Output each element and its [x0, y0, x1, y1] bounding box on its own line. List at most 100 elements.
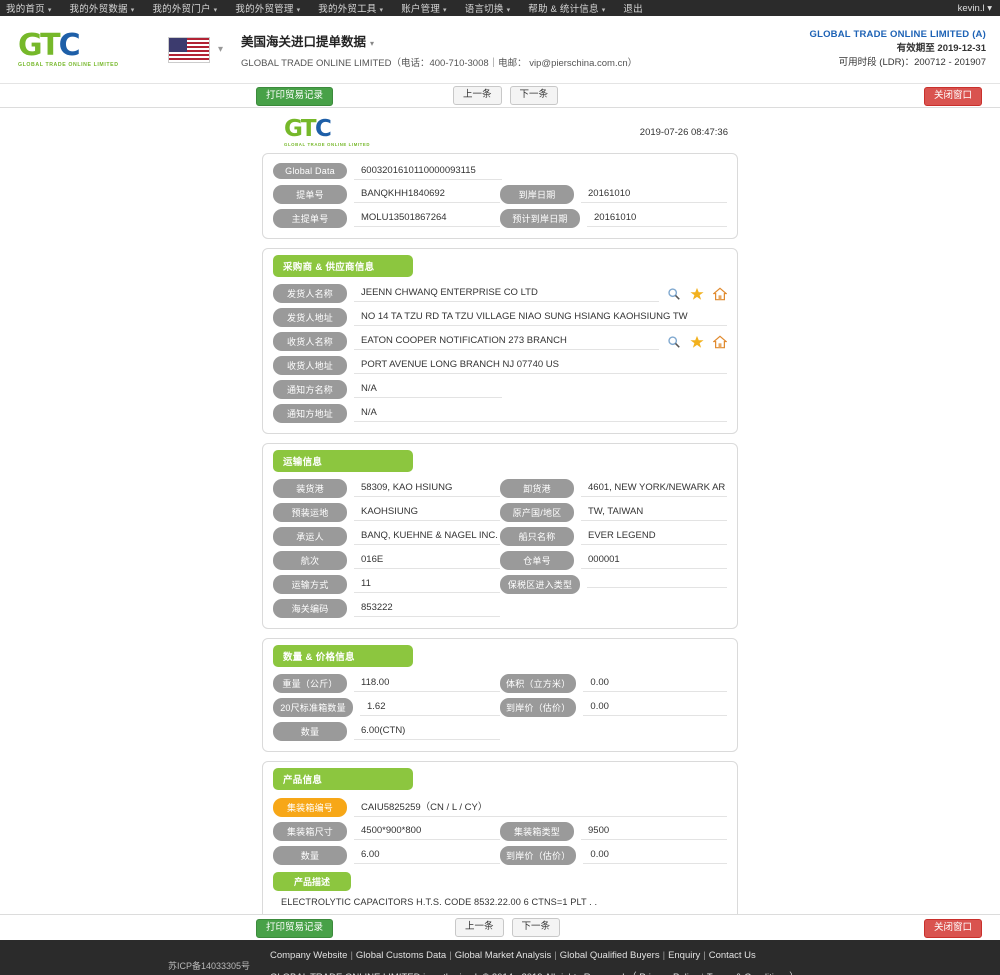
- chevron-down-icon: ▾: [506, 7, 511, 14]
- search-icon[interactable]: [667, 335, 681, 349]
- next-record-button-bottom[interactable]: 下一条: [511, 918, 561, 937]
- origin-country-value: TW, TAIWAN: [581, 504, 727, 521]
- load-port-label: 装货港: [273, 479, 347, 498]
- previous-record-button-bottom[interactable]: 上一条: [455, 918, 504, 937]
- container-size-value: 4500*900*800: [354, 823, 500, 840]
- logo-subtitle: GLOBAL TRADE ONLINE LIMITED: [284, 142, 371, 147]
- home-icon[interactable]: [712, 335, 728, 349]
- container-size-label: 集装箱尺寸: [273, 822, 347, 841]
- search-icon[interactable]: [667, 287, 681, 301]
- nav-label: 我的外贸数据: [69, 4, 128, 15]
- transport-mode-value: 11: [354, 576, 500, 593]
- bl-number-label: 提单号: [273, 185, 347, 204]
- bl-number-value: BANQKHH1840692: [354, 186, 500, 203]
- footer-link-company-website[interactable]: Company Website: [270, 950, 347, 961]
- bill-of-lading-document: GTC GLOBAL TRADE ONLINE LIMITED 2019-07-…: [262, 112, 738, 975]
- chevron-down-icon: ▾: [987, 2, 992, 14]
- vessel-name-value: EVER LEGEND: [581, 528, 727, 545]
- nav-item-help-statistics[interactable]: 帮助 & 统计信息 ▾: [528, 1, 605, 15]
- chevron-down-icon: ▾: [601, 7, 606, 14]
- weight-label: 重量（公斤）: [273, 674, 347, 693]
- hs-code-label: 海关编码: [273, 599, 347, 618]
- nav-label: 我的外贸工具: [318, 4, 377, 15]
- nav-item-language-switch[interactable]: 语言切换 ▾: [465, 1, 511, 15]
- origin-country-label: 原产国/地区: [500, 503, 574, 522]
- product-description-value: ELECTROLYTIC CAPACITORS H.T.S. CODE 8532…: [281, 897, 598, 907]
- bonded-entry-type-value: [587, 582, 727, 588]
- master-bl-label: 主提单号: [273, 209, 347, 228]
- user-menu[interactable]: kevin.l ▾: [958, 3, 992, 14]
- quantity-price-card: 数量 & 价格信息 重量（公斤） 118.00 体积（立方米） 0.00 20尺…: [262, 638, 738, 752]
- next-record-button[interactable]: 下一条: [509, 86, 559, 105]
- footer-copyright: GLOBAL TRADE ONLINE LIMITED is authorize…: [270, 969, 799, 975]
- previous-record-button[interactable]: 上一条: [453, 86, 502, 105]
- notify-name-label: 通知方名称: [273, 380, 347, 399]
- parties-section-title: 采购商 & 供应商信息: [273, 255, 413, 277]
- star-icon[interactable]: [690, 335, 704, 349]
- master-bl-value: MOLU13501867264: [354, 210, 500, 227]
- volume-label: 体积（立方米）: [500, 674, 577, 693]
- hs-code-value: 853222: [354, 600, 500, 617]
- logo-subtitle: GLOBAL TRADE ONLINE LIMITED: [18, 62, 119, 68]
- account-company-name: GLOBAL TRADE ONLINE LIMITED (A): [809, 29, 986, 40]
- footer-link-global-market-analysis[interactable]: Global Market Analysis: [455, 950, 552, 961]
- home-icon[interactable]: [712, 287, 728, 301]
- page-header: GTC GLOBAL TRADE ONLINE LIMITED ▾ 美国海关进口…: [0, 16, 1000, 84]
- nav-item-home[interactable]: 我的首页 ▾: [6, 1, 52, 15]
- nav-item-trade-portal[interactable]: 我的外贸门户 ▾: [152, 1, 217, 15]
- nav-item-trade-data[interactable]: 我的外贸数据 ▾: [70, 1, 135, 15]
- load-port-value: 58309, KAO HSIUNG: [354, 480, 500, 497]
- discharge-port-value: 4601, NEW YORK/NEWARK AR: [581, 480, 727, 497]
- footer-link-global-qualified-buyers[interactable]: Global Qualified Buyers: [560, 950, 660, 961]
- us-flag-icon: [168, 36, 210, 63]
- container-number-value: CAIU5825259（CN / L / CY）: [354, 797, 727, 817]
- eta-label: 预计到岸日期: [500, 209, 580, 228]
- product-quantity-value: 6.00: [354, 847, 500, 864]
- divider: |: [350, 950, 353, 961]
- shipper-address-label: 发货人地址: [273, 308, 347, 327]
- global-data-value: 6003201610110000093115: [354, 163, 502, 180]
- nav-item-logout[interactable]: 退出: [623, 1, 642, 15]
- account-info-panel: GLOBAL TRADE ONLINE LIMITED (A) 有效期至 201…: [810, 28, 987, 69]
- product-description-label: 产品描述: [273, 872, 351, 891]
- cif-price-value: 0.00: [583, 699, 727, 716]
- consignee-address-value: PORT AVENUE LONG BRANCH NJ 07740 US: [354, 357, 727, 374]
- vessel-name-label: 船只名称: [500, 527, 574, 546]
- footer-link-contact-us[interactable]: Contact Us: [709, 950, 756, 961]
- chevron-down-icon: ▾: [130, 7, 135, 14]
- nav-item-trade-management[interactable]: 我的外贸管理 ▾: [235, 1, 300, 15]
- quantity-label: 数量: [273, 722, 347, 741]
- consignee-name-value: EATON COOPER NOTIFICATION 273 BRANCH: [354, 333, 659, 350]
- close-window-button[interactable]: 关闭窗口: [923, 87, 982, 106]
- discharge-port-label: 卸货港: [500, 479, 574, 498]
- warehouse-number-value: 000001: [581, 552, 727, 569]
- nav-label: 语言切换: [464, 4, 504, 15]
- close-window-button-bottom[interactable]: 关闭窗口: [923, 919, 982, 938]
- global-data-label: Global Data: [273, 163, 347, 179]
- divider: |: [449, 950, 452, 961]
- product-cif-value: 0.00: [583, 847, 727, 864]
- print-trade-record-button[interactable]: 打印贸易记录: [256, 87, 334, 106]
- account-validity: 有效期至 2019-12-31: [896, 42, 986, 54]
- transport-section-title: 运输信息: [273, 450, 413, 472]
- print-trade-record-button-bottom[interactable]: 打印贸易记录: [256, 919, 334, 938]
- carrier-value: BANQ, KUEHNE & NAGEL INC.: [354, 528, 500, 545]
- star-icon[interactable]: [690, 287, 704, 301]
- footer-link-enquiry[interactable]: Enquiry: [668, 950, 700, 961]
- footer-link-global-customs-data[interactable]: Global Customs Data: [356, 950, 446, 961]
- icp-license: 苏ICP备14033305号: [168, 961, 251, 971]
- document-header: GTC GLOBAL TRADE ONLINE LIMITED 2019-07-…: [262, 112, 738, 153]
- chevron-down-icon[interactable]: ▾: [218, 44, 223, 55]
- account-ldr-range: 可用时段 (LDR)：200712 - 201907: [838, 56, 986, 68]
- nav-label: 我的外贸门户: [152, 4, 211, 15]
- divider: |: [554, 950, 557, 961]
- chevron-down-icon[interactable]: ▾: [370, 39, 374, 48]
- nav-label: 账户管理: [401, 4, 441, 15]
- top-action-bar: 打印贸易记录 上一条 下一条 关闭窗口: [0, 84, 1000, 108]
- chevron-down-icon: ▾: [47, 7, 52, 14]
- quantity-section-title: 数量 & 价格信息: [273, 645, 413, 667]
- nav-item-trade-tools[interactable]: 我的外贸工具 ▾: [318, 1, 383, 15]
- site-logo[interactable]: GTC GLOBAL TRADE ONLINE LIMITED: [18, 31, 128, 69]
- bottom-action-bar: 打印贸易记录 上一条 下一条 关闭窗口: [0, 914, 1000, 940]
- nav-item-account-management[interactable]: 账户管理 ▾: [401, 1, 447, 15]
